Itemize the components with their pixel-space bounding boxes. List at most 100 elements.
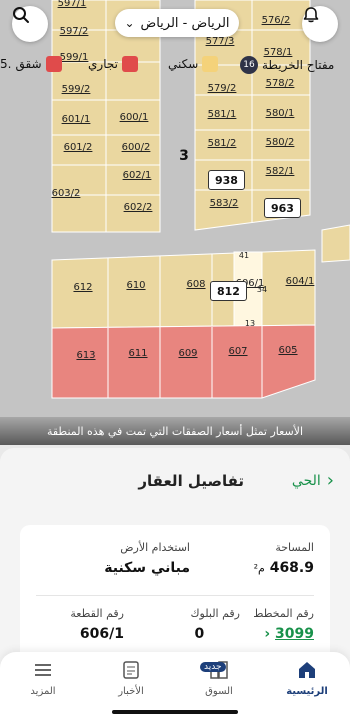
- plot-label: 609: [178, 348, 197, 359]
- plot-number-label: رقم القطعة: [70, 607, 124, 620]
- plot-label: 577/3: [206, 36, 235, 47]
- legend-title: مفتاح الخريطة: [262, 58, 335, 72]
- nav-label: السوق: [205, 686, 233, 697]
- plot-label: 601/2: [64, 142, 93, 153]
- legend-partial: 5.: [0, 57, 12, 71]
- plot-label: 580/1: [266, 108, 295, 119]
- plot-label: 607: [228, 346, 247, 357]
- plot-number-value: 606/1: [79, 626, 124, 642]
- home-icon: [295, 658, 319, 682]
- nav-home[interactable]: الرئيسية: [272, 658, 342, 697]
- chevron-down-icon: ⌄: [124, 16, 135, 30]
- block-south-commercial: [51, 324, 316, 399]
- area-value: 468.9 م²: [254, 560, 314, 576]
- legend-item-residential[interactable]: سكني: [168, 56, 219, 72]
- plot-label: 597/1: [58, 0, 87, 9]
- area-unit: م²: [253, 562, 265, 575]
- search-icon: [13, 7, 29, 23]
- scheme-number-link[interactable]: 3099: [275, 626, 314, 642]
- home-indicator: [112, 710, 238, 714]
- land-use-label: استخدام الأرض: [120, 541, 190, 554]
- sheet-title: تفاصيل العقار: [138, 472, 244, 490]
- legend-key[interactable]: 16 مفتاح الخريطة: [240, 56, 334, 74]
- plot-label: 578/2: [266, 78, 295, 89]
- scheme-label: رقم المخطط: [253, 607, 314, 620]
- plot-label: 605: [278, 345, 297, 356]
- area-number: 468.9: [269, 560, 314, 576]
- legend-item-commercial[interactable]: تجاري: [88, 56, 138, 72]
- legend-item-apartments[interactable]: 5. شقق: [0, 56, 62, 72]
- area-label: المساحة: [275, 541, 314, 554]
- new-badge: جديد: [200, 662, 226, 672]
- legend-count-badge: 16: [240, 56, 258, 74]
- chevron-left-icon: ‹: [264, 626, 271, 642]
- plot-label: 576/2: [262, 15, 291, 26]
- map-legend: 5. شقق تجاري سكني 16 مفتاح الخريطة: [0, 56, 350, 78]
- nav-market[interactable]: جديد السوق: [184, 658, 254, 697]
- legend-swatch: [121, 56, 138, 72]
- plot-label: 610: [126, 280, 145, 291]
- chevron-right-icon: ›: [326, 470, 334, 491]
- back-to-district-button[interactable]: الحي ›: [292, 472, 334, 490]
- scheme-field: رقم المخطط 3099 ‹: [253, 607, 314, 642]
- bell-icon: [303, 7, 319, 23]
- nav-news[interactable]: الأخبار: [96, 658, 166, 697]
- divider: [36, 595, 314, 596]
- plot-label: 583/2: [210, 198, 239, 209]
- price-tag-selected[interactable]: 812: [210, 281, 247, 301]
- nav-label: الأخبار: [118, 686, 144, 697]
- city-label: الرياض - الرياض: [140, 15, 230, 31]
- map-price-notice: الأسعار تمثل أسعار الصفقات التي تمت في ه…: [0, 417, 350, 445]
- dimension-label: 34: [257, 285, 267, 294]
- plot-label: 601/1: [62, 114, 91, 125]
- plot-label: 613: [76, 350, 95, 361]
- block-value: 0: [194, 626, 205, 642]
- plot-label: 599/2: [62, 84, 91, 95]
- dimension-label: 41: [239, 251, 249, 260]
- city-selector[interactable]: ⌄ الرياض - الرياض: [115, 9, 239, 37]
- price-tag[interactable]: 938: [208, 170, 245, 190]
- plot-field: رقم القطعة 606/1: [70, 607, 124, 642]
- street-label: 3: [179, 148, 189, 164]
- price-tag[interactable]: 963: [264, 198, 301, 218]
- plot-label: 579/2: [208, 83, 237, 94]
- plot-label: 600/1: [120, 112, 149, 123]
- back-label: الحي: [291, 473, 321, 489]
- plot-label: 600/2: [122, 142, 151, 153]
- map-view[interactable]: 597/1 597/2 599/1 599/2 601/1 601/2 603/…: [0, 0, 350, 445]
- map-price-notice-text: الأسعار تمثل أسعار الصفقات التي تمت في ه…: [46, 424, 304, 438]
- plot-label: 602/1: [123, 170, 152, 181]
- land-use-field: استخدام الأرض مباني سكنية: [104, 541, 190, 576]
- plot-label: 582/1: [266, 166, 295, 177]
- plot-label: 603/2: [52, 188, 81, 199]
- plot-label: 612: [73, 282, 92, 293]
- area-field: المساحة 468.9 م²: [254, 541, 314, 576]
- notifications-button[interactable]: [302, 6, 338, 42]
- legend-label: تجاري: [88, 57, 118, 71]
- land-use-value: مباني سكنية: [104, 560, 190, 576]
- legend-swatch: [45, 56, 62, 72]
- legend-label: سكني: [168, 57, 199, 71]
- block-east-edge: [321, 224, 350, 263]
- search-button[interactable]: [12, 6, 48, 42]
- legend-swatch: [202, 56, 219, 72]
- nav-label: المزيد: [30, 686, 56, 697]
- nav-more[interactable]: المزيد: [8, 658, 78, 697]
- plot-label: 604/1: [286, 276, 315, 287]
- news-icon: [119, 658, 143, 682]
- nav-label: الرئيسية: [286, 686, 328, 697]
- block-field: رقم البلوك 0: [190, 607, 240, 642]
- menu-icon: [31, 658, 55, 682]
- dimension-label: 13: [245, 319, 255, 328]
- scheme-value[interactable]: 3099 ‹: [253, 626, 314, 642]
- plot-label: 608: [186, 279, 205, 290]
- plot-label: 602/2: [124, 202, 153, 213]
- plot-label: 581/1: [208, 109, 237, 120]
- block-label: رقم البلوك: [190, 607, 240, 620]
- plot-label: 581/2: [208, 138, 237, 149]
- plot-label: 611: [128, 348, 147, 359]
- sheet-header: الحي › تفاصيل العقار: [0, 448, 350, 516]
- plot-label: 580/2: [266, 137, 295, 148]
- plot-label: 597/2: [60, 26, 89, 37]
- legend-label: شقق: [15, 57, 42, 71]
